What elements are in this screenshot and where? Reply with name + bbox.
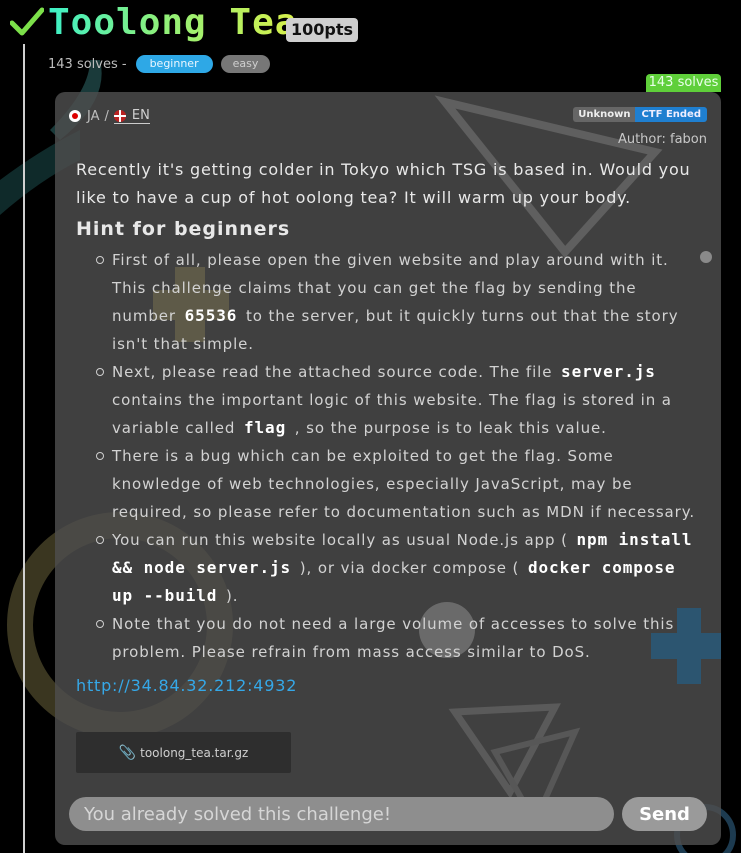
hint-title: Hint for beginners (76, 218, 291, 240)
hint-text: ). (226, 587, 239, 605)
status-unknown: Unknown (573, 107, 636, 122)
timeline-line (23, 44, 25, 853)
lang-en-link[interactable]: EN (113, 108, 150, 124)
points-badge: 100pts (286, 18, 359, 42)
send-button[interactable]: Send (622, 797, 707, 831)
uk-flag-icon (113, 109, 126, 122)
lang-separator: / (104, 108, 109, 124)
hint-text: You can run this website locally as usua… (112, 531, 568, 549)
hint-text: Next, please read the attached source co… (112, 363, 553, 381)
challenge-url-link[interactable]: http://34.84.32.212:4932 (76, 676, 297, 695)
solved-check-icon (10, 7, 44, 36)
author: Author: fabon (617, 132, 707, 147)
hint-item: There is a bug which can be exploited to… (90, 442, 700, 526)
status-badge: Unknown CTF Ended (573, 107, 707, 122)
inline-code: server.js (561, 362, 656, 381)
inline-code: 65536 (184, 306, 238, 325)
japan-flag-icon (69, 110, 81, 122)
challenge-card: JA / EN Unknown CTF Ended Author: fabon … (55, 92, 721, 845)
hint-item: You can run this website locally as usua… (90, 526, 700, 610)
attachment-name: toolong_tea.tar.gz (140, 745, 249, 760)
challenge-description: Recently it's getting colder in Tokyo wh… (76, 160, 691, 207)
solves-badge: 143 solves (646, 74, 721, 92)
hint-text: , so the purpose is to leak this value. (294, 419, 607, 437)
solves-count: 143 solves - (48, 56, 127, 72)
attachment-button[interactable]: 📎 toolong_tea.tar.gz (76, 732, 291, 773)
flag-input[interactable] (69, 797, 614, 831)
hint-text: Note that you do not need a large volume… (112, 615, 675, 661)
lang-en-label: EN (131, 108, 150, 123)
tag-beginner: beginner (135, 55, 213, 73)
hint-item: Next, please read the attached source co… (90, 358, 700, 442)
hint-item: Note that you do not need a large volume… (90, 610, 700, 666)
challenge-title: Toolong Tea (48, 2, 298, 43)
status-ctf-ended: CTF Ended (635, 107, 707, 122)
lang-ja-link[interactable]: JA (87, 109, 100, 124)
hint-item: First of all, please open the given webs… (90, 246, 700, 358)
inline-code: flag (243, 418, 287, 437)
language-switcher: JA / EN (69, 108, 150, 124)
paperclip-icon: 📎 (118, 744, 137, 761)
hint-list: First of all, please open the given webs… (90, 246, 700, 666)
hint-text: There is a bug which can be exploited to… (112, 447, 695, 521)
challenge-meta: 143 solves - beginner easy (48, 53, 271, 75)
tag-easy: easy (220, 55, 271, 73)
hint-text: ), or via docker compose ( (299, 559, 520, 577)
